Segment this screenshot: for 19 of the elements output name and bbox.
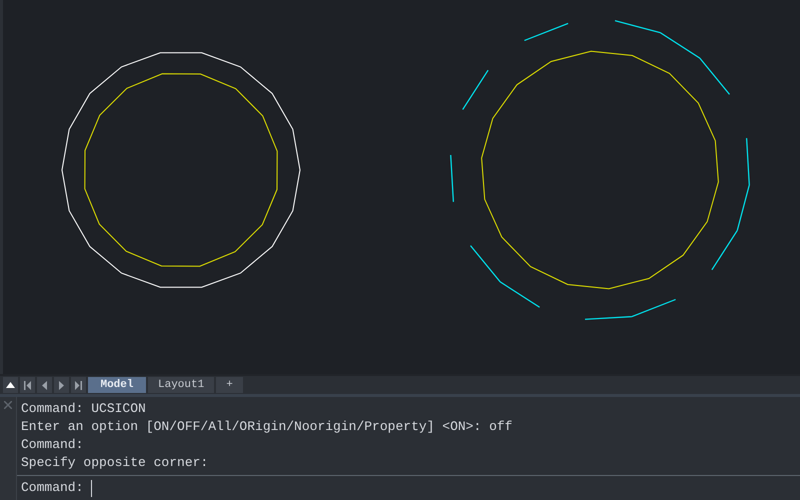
triangle-right-icon (59, 380, 64, 390)
layout-tab[interactable]: Model (88, 377, 146, 394)
layout-tab[interactable]: + (216, 377, 243, 394)
command-prompt: Command: (21, 479, 84, 497)
layout-tab[interactable]: Layout1 (148, 377, 214, 394)
last-tab-button[interactable] (71, 377, 86, 394)
collapse-button[interactable] (3, 377, 18, 394)
command-history-line: Specify opposite corner: (21, 454, 210, 472)
skip-forward-icon (75, 380, 82, 390)
text-cursor (91, 480, 92, 496)
command-history-line: Command: (21, 436, 84, 454)
next-tab-button[interactable] (54, 377, 69, 394)
command-history-line: Enter an option [ON/OFF/All/ORigin/Noorigin/Property] <ON>: off (21, 418, 514, 436)
triangle-left-icon (42, 380, 47, 390)
previous-tab-button[interactable] (37, 377, 52, 394)
command-history-line: Command: UCSICON (21, 400, 147, 418)
triangle-up-icon (6, 382, 15, 388)
skip-back-icon (24, 380, 31, 390)
first-tab-button[interactable] (20, 377, 35, 394)
